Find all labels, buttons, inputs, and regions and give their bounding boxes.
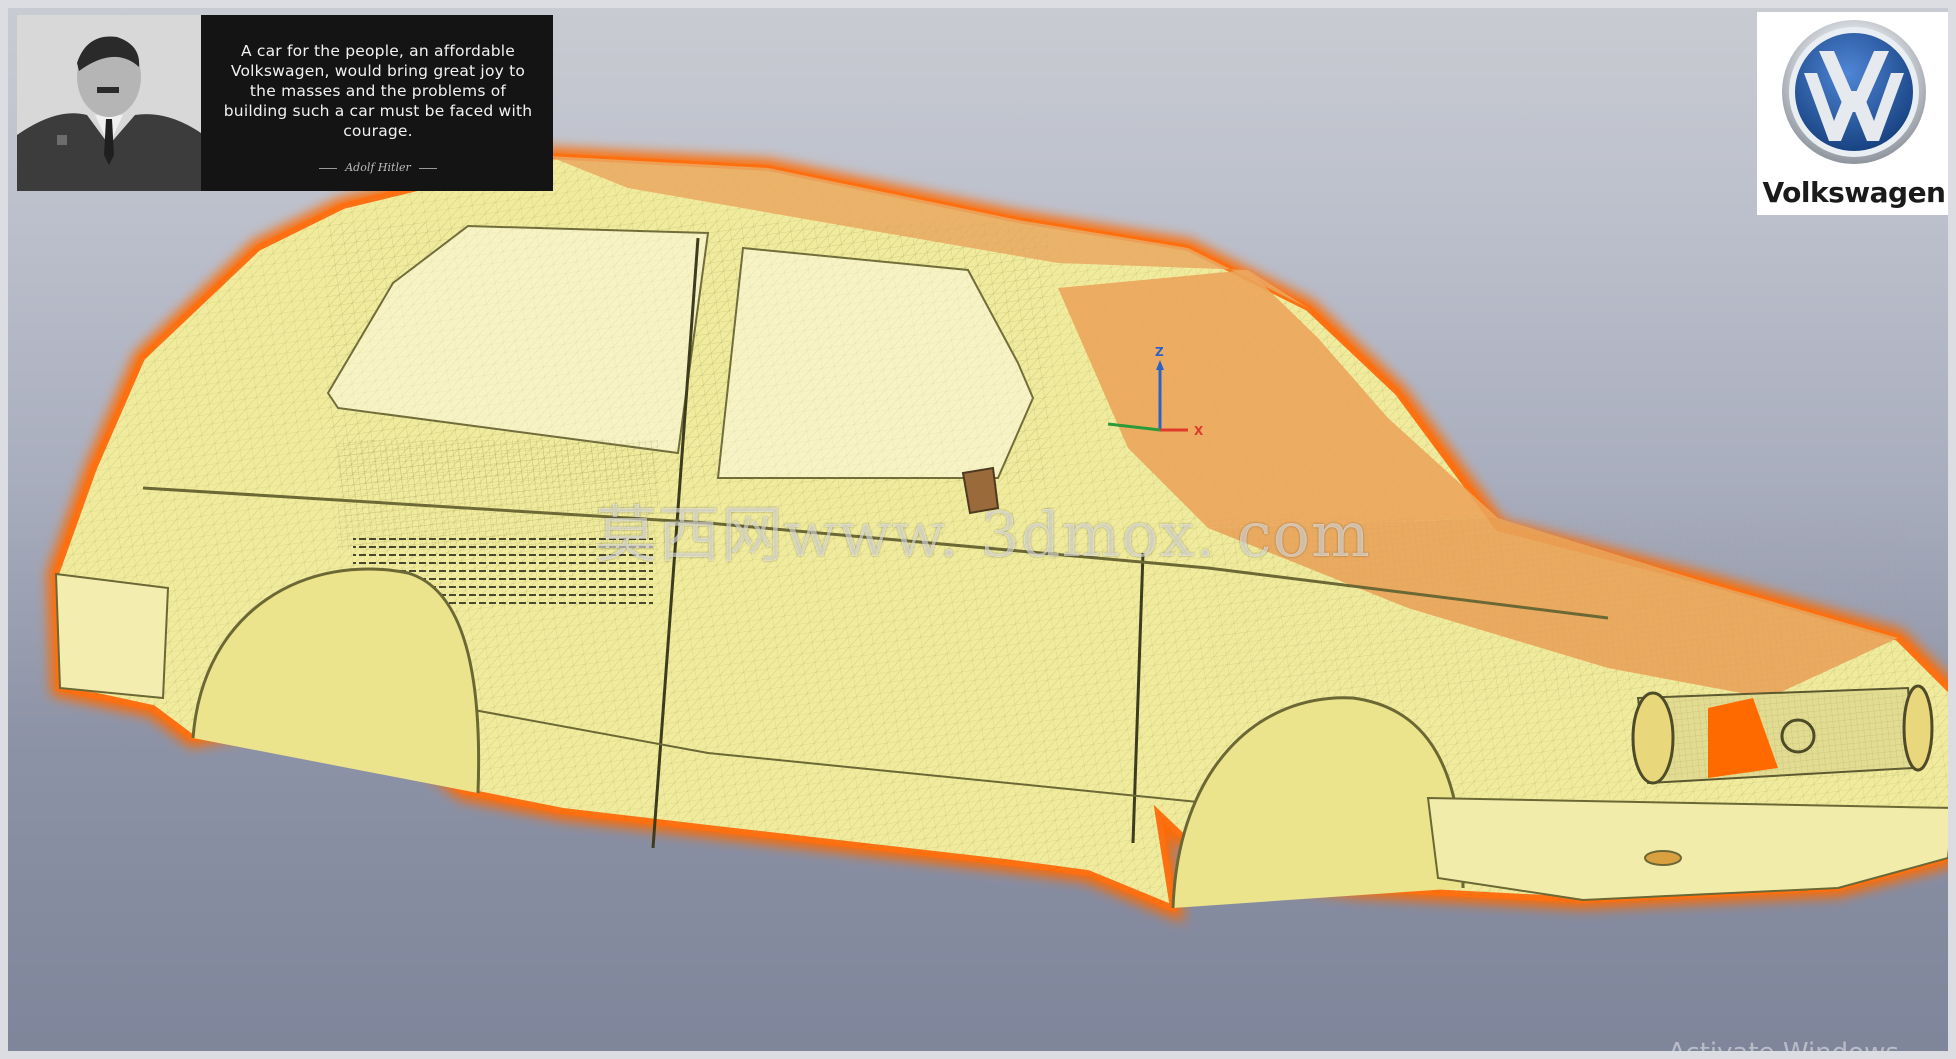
right-headlight <box>1902 684 1934 772</box>
site-watermark: 莫西网www. 3dmox. com <box>595 498 1371 571</box>
rear-bumper <box>54 572 170 700</box>
left-headlight <box>1631 691 1675 785</box>
vw-logo-icon <box>1782 20 1926 164</box>
quote-author: Adolf Hitler <box>222 161 534 174</box>
brand-badge: Volkswagen <box>1757 12 1948 215</box>
turn-signal <box>1644 850 1682 866</box>
quote-card: A car for the people, an affordable Volk… <box>17 15 553 191</box>
z-axis-label: Z <box>1155 345 1164 359</box>
quote-author-name: Adolf Hitler <box>345 161 411 174</box>
grille-mesh <box>1648 693 1908 778</box>
quote-text: A car for the people, an affordable Volk… <box>223 42 533 140</box>
portrait-photo <box>17 15 201 191</box>
activate-windows-overlay: Activate Windows <box>1668 1038 1899 1051</box>
brand-name: Volkswagen <box>1762 176 1947 209</box>
x-axis-label: X <box>1194 424 1204 438</box>
screen-frame: Z X 莫西网www. 3dmox. com A car for the peo… <box>8 8 1948 1051</box>
